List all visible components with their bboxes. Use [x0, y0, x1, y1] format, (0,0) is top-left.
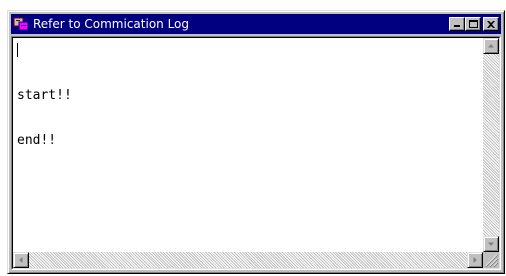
caption-buttons	[449, 17, 499, 31]
horizontal-scrollbar[interactable]	[13, 252, 483, 268]
window-title: Refer to Commication Log	[33, 17, 190, 31]
resize-grip-icon	[485, 254, 499, 268]
maximize-button[interactable]	[465, 17, 481, 31]
maximize-icon	[469, 20, 478, 28]
log-line: end!!	[17, 133, 57, 148]
close-button[interactable]	[483, 17, 499, 31]
log-view: start!! end!!	[11, 36, 501, 270]
arrow-left-icon	[19, 257, 23, 263]
arrow-up-icon	[488, 44, 494, 48]
arrow-down-icon	[488, 242, 494, 246]
log-line: start!!	[17, 88, 72, 103]
resize-grip[interactable]	[483, 252, 499, 268]
arrow-right-icon	[473, 257, 477, 263]
scroll-down-button[interactable]	[483, 236, 499, 252]
scroll-up-button[interactable]	[483, 38, 499, 54]
scroll-right-button[interactable]	[467, 252, 483, 268]
minimize-icon	[454, 25, 460, 27]
app-log-icon	[13, 17, 29, 31]
vertical-scrollbar[interactable]	[483, 38, 499, 252]
scroll-left-button[interactable]	[13, 252, 29, 268]
close-icon	[487, 20, 495, 28]
title-bar[interactable]: Refer to Commication Log	[11, 14, 501, 34]
minimize-button[interactable]	[449, 17, 465, 31]
text-caret	[17, 43, 18, 57]
log-window: Refer to Commication Log start!! end!!	[7, 10, 505, 274]
log-text-area[interactable]: start!! end!!	[15, 40, 481, 252]
